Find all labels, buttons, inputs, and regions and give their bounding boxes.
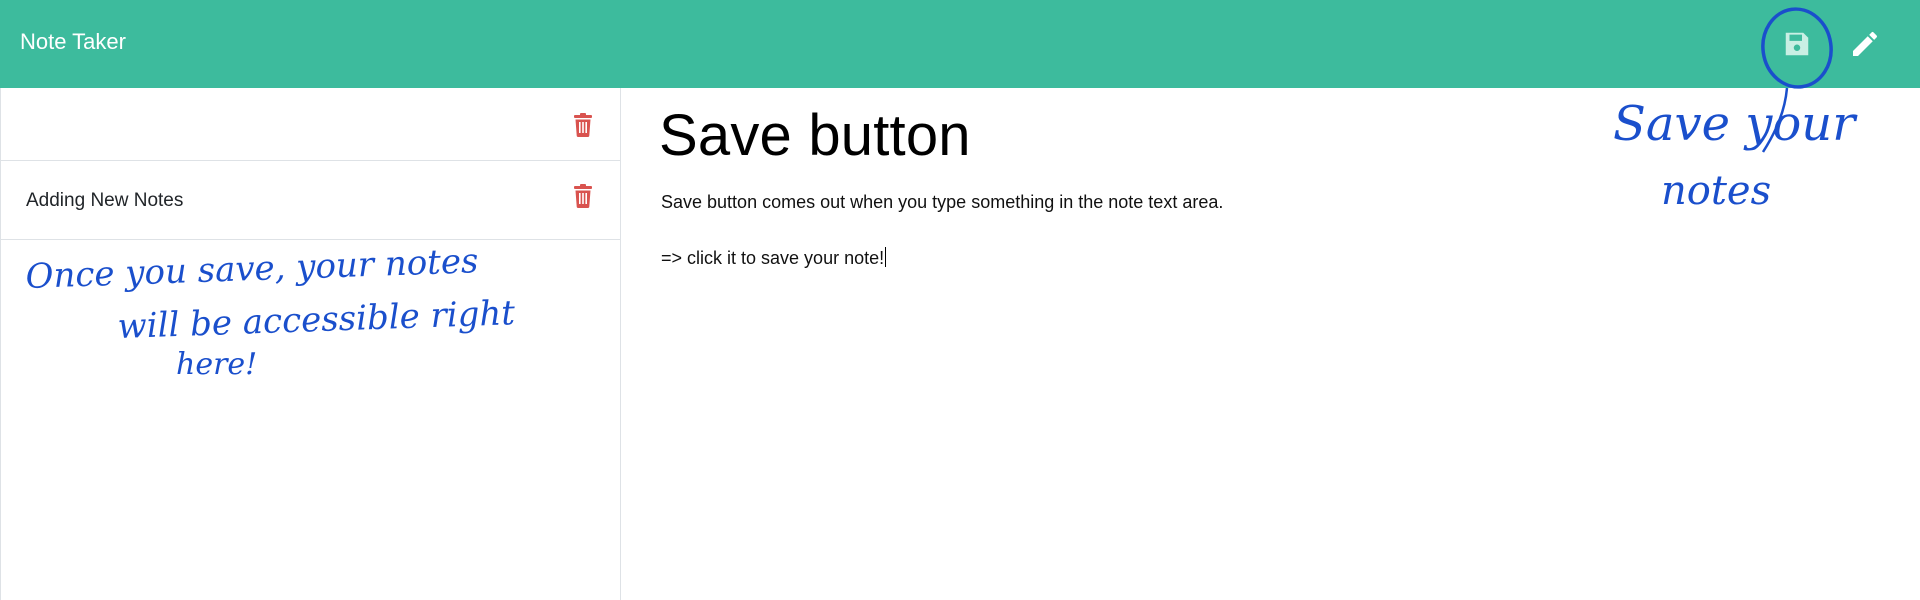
note-list-item[interactable]: Adding New Notes: [1, 161, 620, 240]
note-text-line: => click it to save your note!: [661, 248, 885, 268]
note-list-item[interactable]: [1, 88, 620, 161]
save-note-button[interactable]: [1775, 22, 1819, 66]
trash-icon: [574, 113, 592, 137]
app-title[interactable]: Note Taker: [20, 29, 126, 55]
pencil-icon: [1853, 31, 1878, 56]
note-title-input[interactable]: Save button: [659, 102, 971, 169]
note-list-item-title: Adding New Notes: [26, 190, 184, 211]
app-header: Note Taker: [0, 0, 1920, 88]
note-text-area[interactable]: Save button comes out when you type some…: [661, 188, 1561, 300]
save-icon: [1785, 32, 1809, 56]
text-cursor: [885, 247, 887, 267]
new-note-button[interactable]: [1843, 22, 1887, 66]
trash-icon: [574, 184, 592, 208]
note-text-line: Save button comes out when you type some…: [661, 192, 1224, 212]
notes-sidebar: Adding New Notes: [0, 88, 621, 600]
delete-note-button[interactable]: [571, 112, 595, 138]
delete-note-button[interactable]: [571, 183, 595, 209]
note-editor: Save button Save button comes out when y…: [622, 88, 1920, 600]
